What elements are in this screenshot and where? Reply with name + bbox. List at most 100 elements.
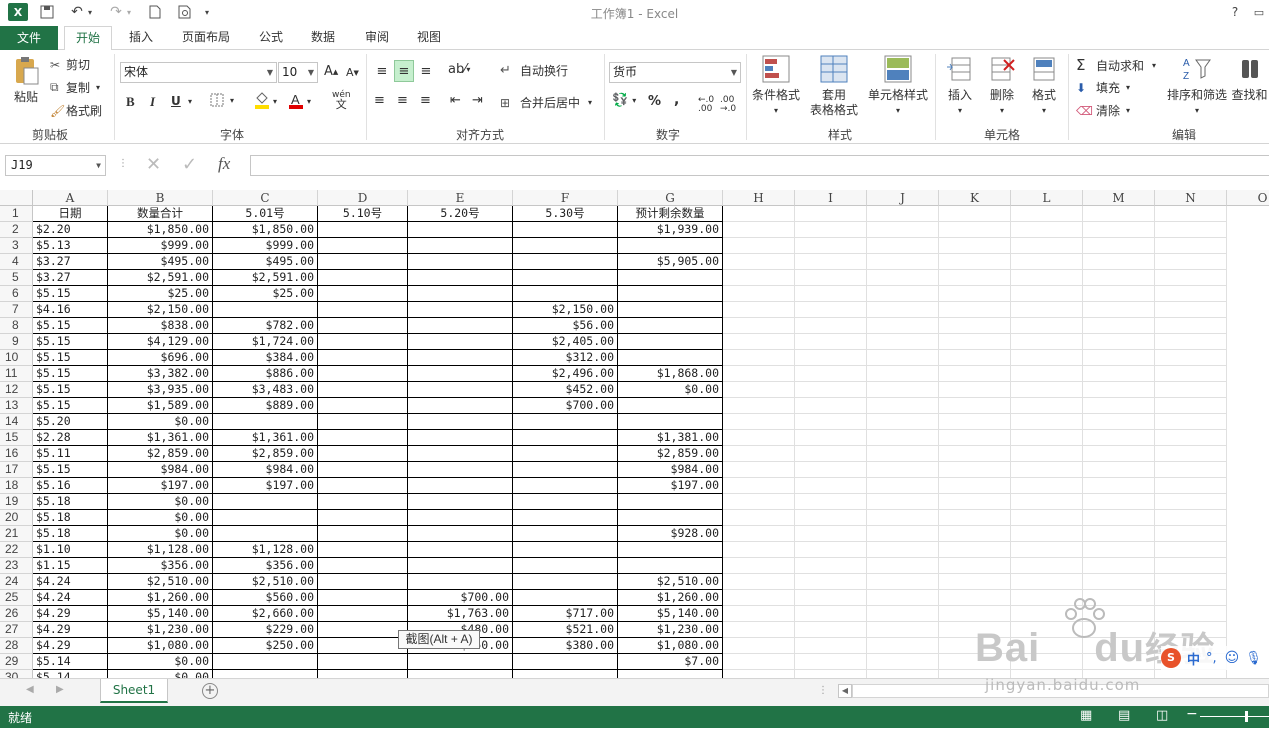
cell[interactable]: $2,496.00: [513, 366, 618, 382]
cell[interactable]: [408, 574, 513, 590]
cell[interactable]: [1011, 494, 1083, 510]
cell[interactable]: $3.27: [33, 254, 108, 270]
cell[interactable]: $5.15: [33, 366, 108, 382]
cell[interactable]: $0.00: [108, 670, 213, 678]
cell[interactable]: [939, 286, 1011, 302]
cell[interactable]: $229.00: [213, 622, 318, 638]
cell[interactable]: $1,230.00: [108, 622, 213, 638]
cell[interactable]: [867, 542, 939, 558]
cell[interactable]: [867, 366, 939, 382]
column-header-L[interactable]: L: [1011, 190, 1083, 206]
cell[interactable]: $1,260.00: [618, 590, 723, 606]
cell[interactable]: [723, 606, 795, 622]
cell[interactable]: $250.00: [213, 638, 318, 654]
cell[interactable]: [795, 398, 867, 414]
cell[interactable]: [513, 510, 618, 526]
cell[interactable]: $700.00: [513, 398, 618, 414]
cell[interactable]: $2,859.00: [108, 446, 213, 462]
zoom-slider[interactable]: [1200, 716, 1269, 717]
cell[interactable]: [795, 494, 867, 510]
cell[interactable]: [618, 542, 723, 558]
cell[interactable]: [513, 542, 618, 558]
percent-button[interactable]: %: [648, 94, 661, 109]
cell[interactable]: [1011, 414, 1083, 430]
cell[interactable]: $2,510.00: [618, 574, 723, 590]
grow-font-button[interactable]: A ▲: [324, 64, 338, 79]
accounting-format-button[interactable]: 💱 ▾: [612, 93, 636, 108]
cell[interactable]: [723, 574, 795, 590]
cell[interactable]: [867, 526, 939, 542]
row-header[interactable]: 5: [0, 270, 33, 286]
cell[interactable]: [318, 558, 408, 574]
tab-file[interactable]: 文件: [0, 26, 58, 50]
cell[interactable]: [318, 606, 408, 622]
copy-button[interactable]: ⧉ 复制 ▾: [50, 79, 100, 96]
tab-view[interactable]: 视图: [408, 26, 450, 50]
cell[interactable]: $521.00: [513, 622, 618, 638]
cell[interactable]: [723, 382, 795, 398]
cell[interactable]: $5.13: [33, 238, 108, 254]
cell[interactable]: $984.00: [213, 462, 318, 478]
cell[interactable]: [1155, 334, 1227, 350]
cell[interactable]: $1,381.00: [618, 430, 723, 446]
cell[interactable]: [513, 478, 618, 494]
cell[interactable]: [867, 606, 939, 622]
cell[interactable]: $696.00: [108, 350, 213, 366]
cell[interactable]: [939, 574, 1011, 590]
cell[interactable]: [318, 270, 408, 286]
cell[interactable]: [513, 462, 618, 478]
cell[interactable]: [1083, 542, 1155, 558]
cell[interactable]: $889.00: [213, 398, 318, 414]
cell[interactable]: [513, 590, 618, 606]
cell[interactable]: $1,128.00: [213, 542, 318, 558]
align-bottom-button[interactable]: ≡: [416, 60, 436, 82]
cell[interactable]: [1011, 606, 1083, 622]
cell[interactable]: $4.29: [33, 606, 108, 622]
format-as-table-button[interactable]: 套用 表格格式: [804, 54, 864, 118]
cell[interactable]: 5.20号: [408, 206, 513, 222]
cell[interactable]: [939, 446, 1011, 462]
cell[interactable]: $495.00: [213, 254, 318, 270]
cell[interactable]: $5.18: [33, 494, 108, 510]
cell[interactable]: $1,260.00: [108, 590, 213, 606]
cell[interactable]: [1011, 558, 1083, 574]
cell[interactable]: $25.00: [108, 286, 213, 302]
row-header[interactable]: 20: [0, 510, 33, 526]
cell[interactable]: [618, 414, 723, 430]
cell[interactable]: [723, 302, 795, 318]
cell[interactable]: $700.00: [408, 590, 513, 606]
wrap-text-button[interactable]: ↵ 自动换行: [500, 62, 568, 79]
cell[interactable]: [867, 238, 939, 254]
cell[interactable]: [795, 542, 867, 558]
cell[interactable]: [1155, 526, 1227, 542]
cell[interactable]: [1155, 478, 1227, 494]
cell[interactable]: $56.00: [513, 318, 618, 334]
column-header-A[interactable]: A: [33, 190, 108, 206]
cell[interactable]: [867, 286, 939, 302]
cell[interactable]: [795, 670, 867, 678]
cell[interactable]: $5.15: [33, 318, 108, 334]
cell[interactable]: [318, 222, 408, 238]
align-top-button[interactable]: ≡: [372, 60, 392, 82]
cell[interactable]: [795, 590, 867, 606]
cell[interactable]: [867, 462, 939, 478]
cell[interactable]: [408, 670, 513, 678]
row-header[interactable]: 19: [0, 494, 33, 510]
cell[interactable]: [723, 478, 795, 494]
cell[interactable]: [318, 334, 408, 350]
cell[interactable]: [939, 670, 1011, 678]
cell[interactable]: [408, 558, 513, 574]
cell[interactable]: [939, 414, 1011, 430]
cell[interactable]: $5,140.00: [108, 606, 213, 622]
cell[interactable]: [408, 446, 513, 462]
cell[interactable]: [1011, 654, 1083, 670]
cell[interactable]: [318, 366, 408, 382]
cell[interactable]: 数量合计: [108, 206, 213, 222]
cell[interactable]: $560.00: [213, 590, 318, 606]
tab-page-layout[interactable]: 页面布局: [174, 26, 238, 50]
cell[interactable]: [618, 398, 723, 414]
add-sheet-button[interactable]: +: [202, 683, 218, 699]
format-painter-button[interactable]: 🖌 格式刷: [50, 102, 102, 119]
borders-button[interactable]: ▾: [210, 93, 234, 107]
cell[interactable]: [1083, 462, 1155, 478]
